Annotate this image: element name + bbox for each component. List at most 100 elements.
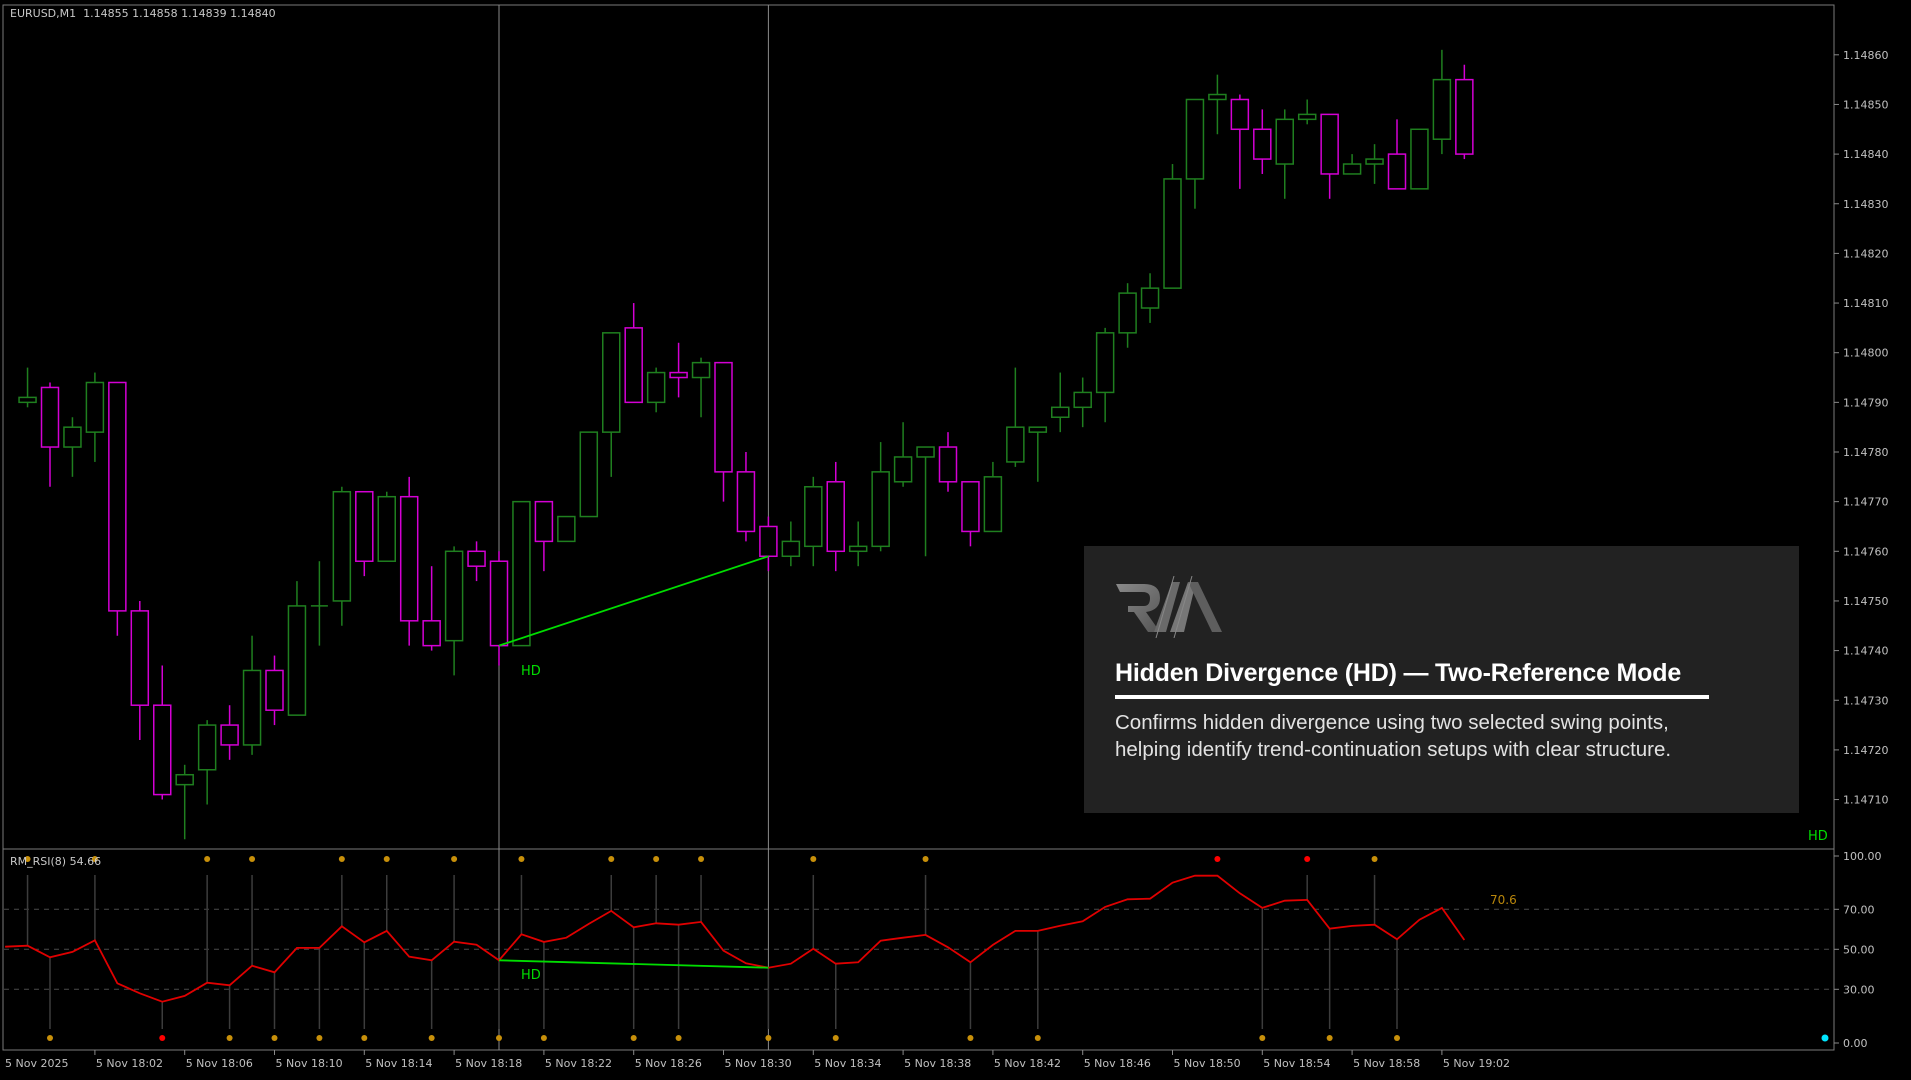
candle-body xyxy=(1275,118,1294,165)
candle xyxy=(265,655,284,726)
time-axis-label: 5 Nov 19:02 xyxy=(1443,1057,1510,1070)
candle-body xyxy=(220,724,239,746)
chart-canvas[interactable]: 1.14860 1.14850 1.14840 1.14830 1.14820 1.148… xyxy=(0,0,1911,1080)
candle xyxy=(804,476,823,567)
time-axis-label: 5 Nov 18:42 xyxy=(994,1057,1061,1070)
candle-body xyxy=(893,456,913,483)
candle-body xyxy=(175,773,194,786)
candle xyxy=(624,303,643,404)
candle-body xyxy=(759,525,778,558)
candle-body xyxy=(848,545,868,553)
time-axis-label: 5 Nov 18:02 xyxy=(96,1057,163,1070)
candle xyxy=(1163,164,1182,289)
price-axis-label: 1.14800 xyxy=(1843,347,1889,360)
rsi-level-value-label: 70.6 xyxy=(1490,893,1517,907)
candle-body xyxy=(332,490,352,602)
pivot-high-dot xyxy=(1214,856,1221,862)
candle-body xyxy=(85,381,105,433)
candle xyxy=(422,566,441,651)
rm-logo-icon xyxy=(1116,576,1222,638)
price-axis-label: 1.14840 xyxy=(1843,148,1889,161)
price-hd-label: HD xyxy=(521,664,541,679)
candle-body xyxy=(1185,98,1205,180)
candle xyxy=(242,635,262,755)
rsi-axis-label: 100.00 xyxy=(1843,850,1882,863)
candle-body xyxy=(399,495,419,622)
time-axis-label: 5 Nov 18:22 xyxy=(545,1057,612,1070)
candle xyxy=(63,417,82,477)
candle-body xyxy=(1073,391,1092,409)
pivot-high-dot xyxy=(249,856,256,862)
candle-body xyxy=(242,669,262,746)
pivot-low-dot xyxy=(675,1035,682,1041)
candle xyxy=(848,521,868,567)
candle-body xyxy=(714,361,733,473)
candle xyxy=(377,491,396,562)
pivot-low-dot xyxy=(540,1035,547,1041)
candle-body xyxy=(669,371,688,379)
price-axis-label: 1.14810 xyxy=(1843,297,1889,310)
chart-frame xyxy=(2,4,1835,1051)
rsi-pane xyxy=(5,856,1466,1041)
candle-body xyxy=(512,500,531,647)
candle xyxy=(85,372,105,462)
price-axis-label: 1.14790 xyxy=(1843,396,1889,409)
candle-body xyxy=(938,446,958,483)
rsi-level-lines xyxy=(4,908,1834,990)
candle-body xyxy=(1320,113,1339,175)
price-axis-label: 1.14730 xyxy=(1843,694,1889,707)
candle-body xyxy=(467,550,486,567)
candle xyxy=(130,600,150,740)
candle-body xyxy=(624,327,643,404)
pivot-low-dot xyxy=(428,1035,435,1041)
time-axis-label: 5 Nov 18:38 xyxy=(904,1057,971,1070)
candle xyxy=(1230,94,1250,189)
candle xyxy=(646,367,666,413)
candle-body xyxy=(1163,178,1182,289)
candle-body xyxy=(804,486,823,548)
candle-body xyxy=(444,550,464,642)
rsi-axis-label: 50.00 xyxy=(1843,943,1875,956)
rsi-hd-label: HD xyxy=(521,968,541,983)
candle-body xyxy=(1051,406,1070,418)
candle xyxy=(489,551,509,666)
candle-body xyxy=(63,426,82,448)
candle xyxy=(512,500,531,647)
candle xyxy=(399,476,419,646)
candle xyxy=(736,452,756,542)
candle-body xyxy=(557,515,576,543)
candle xyxy=(1028,426,1048,482)
pivot-low-dot xyxy=(765,1035,772,1041)
candle xyxy=(467,541,486,582)
candle xyxy=(1365,144,1384,184)
candle-body xyxy=(355,490,374,562)
candle-body xyxy=(579,431,599,518)
candle xyxy=(602,332,621,477)
pivot-high-dot xyxy=(451,856,458,862)
price-axis-label: 1.14780 xyxy=(1843,446,1889,459)
time-axis-label: 5 Nov 18:10 xyxy=(276,1057,343,1070)
candle-body xyxy=(691,361,711,379)
candle xyxy=(938,432,958,492)
candle xyxy=(534,500,554,572)
candle xyxy=(961,481,980,547)
candle xyxy=(871,442,890,552)
candle xyxy=(1051,372,1070,433)
candle-body xyxy=(1387,153,1407,190)
candle-body xyxy=(1006,426,1025,463)
title-underline xyxy=(1115,695,1709,699)
pivot-high-dot xyxy=(608,856,615,862)
candle-body xyxy=(826,481,845,553)
candle xyxy=(781,521,801,567)
time-axis-label: 5 Nov 18:26 xyxy=(635,1057,702,1070)
candle xyxy=(1320,113,1339,199)
time-axis-label: 5 Nov 18:14 xyxy=(365,1057,432,1070)
candle xyxy=(444,546,464,676)
candle xyxy=(579,431,599,518)
candle xyxy=(40,382,60,487)
description-line-1: Confirms hidden divergence using two sel… xyxy=(1115,711,1669,734)
candle xyxy=(197,720,217,805)
candle xyxy=(220,705,239,760)
panel-description: Confirms hidden divergence using two sel… xyxy=(1115,709,1671,763)
candle-body xyxy=(1028,426,1048,433)
